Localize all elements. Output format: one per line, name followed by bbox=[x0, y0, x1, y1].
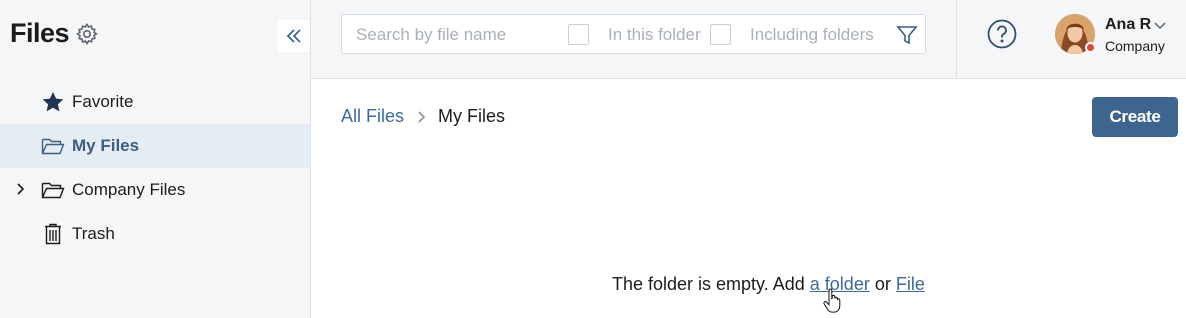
empty-state-or: or bbox=[874, 274, 891, 294]
gear-icon[interactable] bbox=[75, 22, 99, 46]
chevron-down-icon bbox=[1154, 22, 1166, 30]
status-indicator bbox=[1085, 42, 1096, 53]
including-folders-checkbox[interactable] bbox=[710, 24, 731, 45]
sidebar-header: Files bbox=[10, 18, 99, 49]
sidebar-item-label: Favorite bbox=[72, 92, 134, 111]
sidebar-item-company-files[interactable]: Company Files bbox=[0, 168, 310, 212]
sidebar-item-trash[interactable]: Trash bbox=[0, 212, 310, 256]
breadcrumb: All Files My Files bbox=[341, 106, 505, 127]
add-file-link[interactable]: File bbox=[896, 274, 925, 294]
user-name: Ana R bbox=[1105, 16, 1152, 33]
collapse-sidebar-button[interactable] bbox=[278, 20, 310, 52]
sidebar: Files Favorite My Files Company Files Tr… bbox=[0, 0, 311, 318]
page-title: Files bbox=[10, 18, 70, 48]
sidebar-item-favorite[interactable]: Favorite bbox=[0, 80, 310, 124]
in-this-folder-checkbox[interactable] bbox=[568, 24, 589, 45]
folder-open-icon bbox=[41, 182, 65, 199]
double-chevron-left-icon bbox=[286, 29, 301, 43]
breadcrumb-all-files[interactable]: All Files bbox=[341, 106, 404, 127]
top-bar: In this folder Including folders Ana R C… bbox=[311, 0, 1186, 79]
hand-cursor-icon bbox=[823, 288, 841, 313]
folder-open-icon bbox=[41, 138, 65, 155]
sidebar-item-label: Company Files bbox=[72, 180, 186, 199]
search-input[interactable] bbox=[356, 23, 556, 47]
empty-state-message: The folder is empty. Add a folder or Fil… bbox=[612, 274, 925, 295]
sidebar-item-my-files[interactable]: My Files bbox=[0, 124, 310, 168]
sidebar-item-label: My Files bbox=[72, 136, 140, 155]
in-this-folder-label: In this folder bbox=[608, 25, 701, 44]
create-button[interactable]: Create bbox=[1092, 97, 1178, 137]
question-circle-icon[interactable] bbox=[987, 19, 1017, 49]
breadcrumb-current: My Files bbox=[438, 106, 506, 126]
user-company: Company bbox=[1105, 38, 1165, 54]
trash-icon bbox=[45, 223, 61, 245]
empty-state-text: The folder is empty. Add bbox=[612, 274, 805, 294]
sidebar-item-label: Trash bbox=[72, 224, 115, 243]
including-folders-label: Including folders bbox=[750, 25, 874, 44]
chevron-right-icon bbox=[418, 110, 426, 123]
filter-icon[interactable] bbox=[896, 24, 918, 46]
sidebar-nav: Favorite My Files Company Files Trash bbox=[0, 80, 310, 256]
topbar-divider bbox=[956, 0, 957, 79]
star-icon bbox=[42, 92, 64, 112]
chevron-right-icon[interactable] bbox=[13, 182, 27, 196]
user-menu[interactable]: Ana R Company bbox=[1055, 12, 1175, 56]
search-bar: In this folder Including folders bbox=[341, 14, 926, 54]
